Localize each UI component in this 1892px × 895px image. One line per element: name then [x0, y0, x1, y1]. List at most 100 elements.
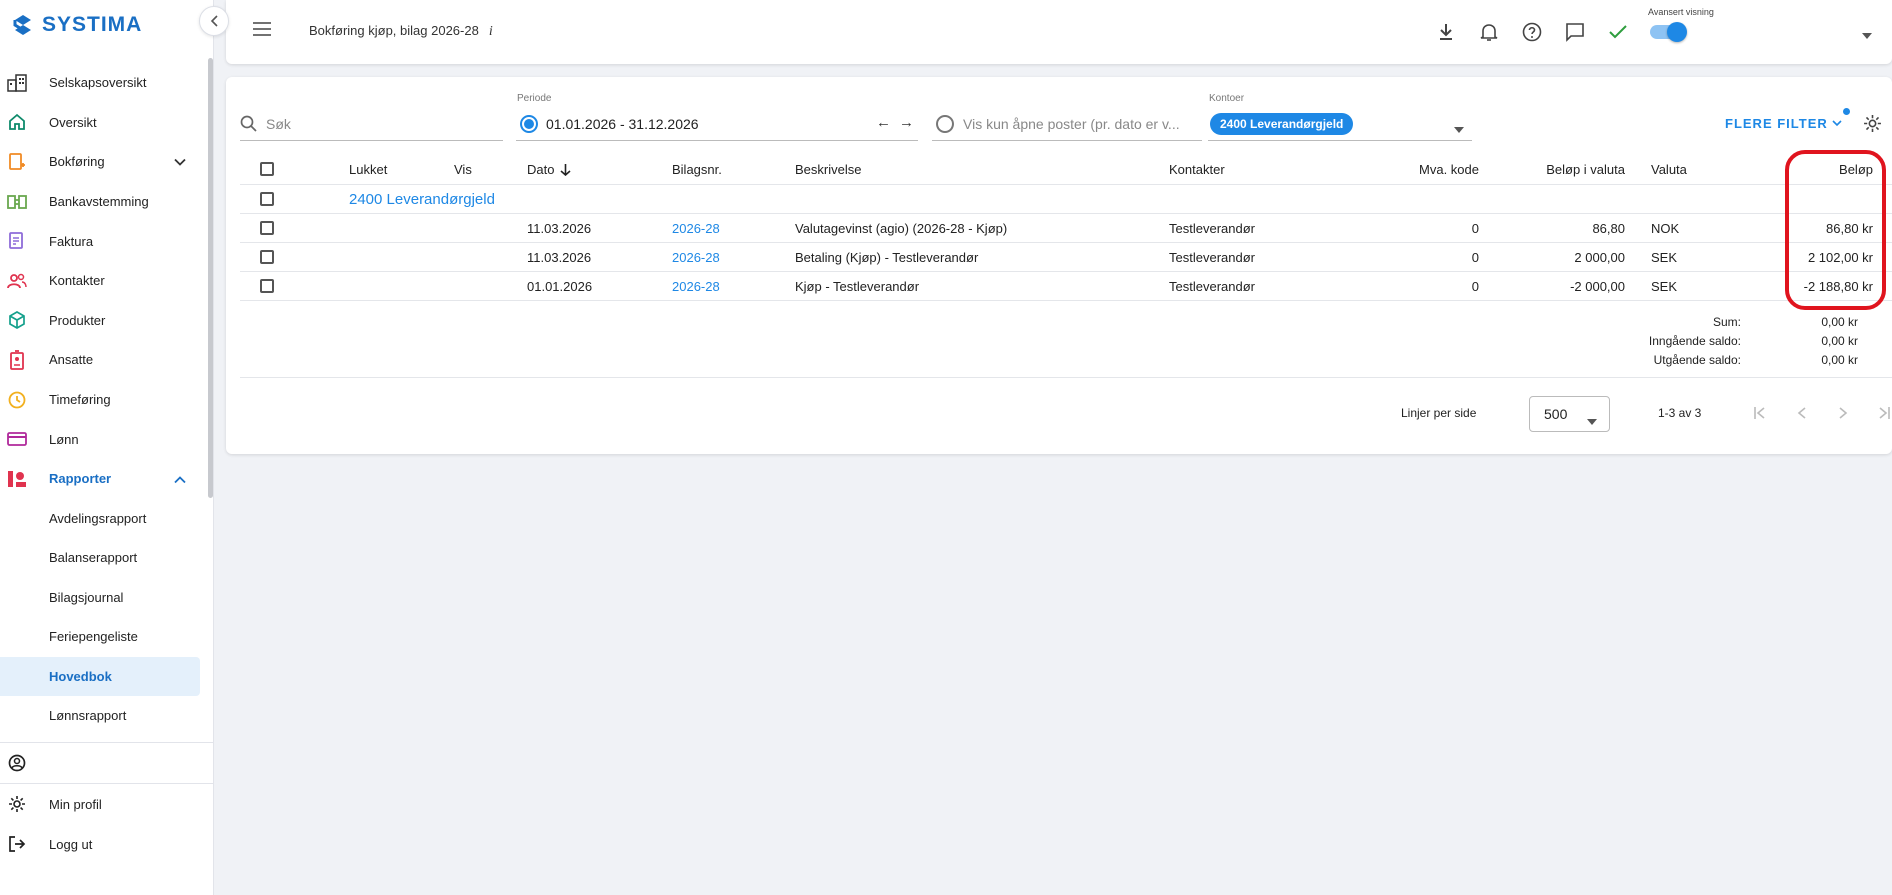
table-row[interactable]: 11.03.2026 2026-28 Betaling (Kjøp) - Tes… [240, 243, 1892, 272]
table-row[interactable]: 01.01.2026 2026-28 Kjøp - Testleverandør… [240, 272, 1892, 301]
prev-page-icon[interactable] [1794, 405, 1810, 421]
sum-row: Sum: 0,00 kr [1592, 315, 1892, 334]
menu-icon[interactable] [253, 22, 271, 39]
toggle-knob[interactable] [1667, 22, 1687, 42]
more-filters-button[interactable]: FLERE FILTER [1725, 116, 1842, 131]
help-icon[interactable] [1520, 20, 1544, 44]
group-checkbox[interactable] [260, 192, 274, 206]
row-checkbox[interactable] [260, 221, 274, 235]
sidebar-item-label: Lønn [49, 431, 79, 447]
account-chip[interactable]: 2400 Leverandørgjeld [1210, 112, 1354, 135]
sidebar-item-bokforing[interactable]: Bokføring [0, 142, 206, 182]
rows-per-page-select[interactable]: 500 [1529, 396, 1610, 432]
logo[interactable]: SYSTIMA [12, 12, 142, 38]
open-posts-radio[interactable] [936, 114, 954, 133]
sidebar-item-timeforing[interactable]: Timeføring [0, 380, 206, 420]
sidebar-item-label: Rapporter [49, 471, 112, 487]
sidebar-item-selskapsoversikt[interactable]: Selskapsoversikt [0, 63, 206, 103]
table-row[interactable]: 11.03.2026 2026-28 Valutagevinst (agio) … [240, 214, 1892, 243]
sidebar-item-oversikt[interactable]: Oversikt [0, 103, 206, 143]
col-valuta[interactable]: Valuta [1651, 162, 1687, 177]
account-avatar-button[interactable] [0, 743, 214, 783]
collapse-sidebar-button[interactable] [199, 6, 229, 36]
first-page-icon[interactable] [1752, 405, 1768, 421]
sidebar-item-rapporter[interactable]: Rapporter [0, 459, 206, 499]
accounts-select[interactable]: 2400 Leverandørgjeld [1208, 107, 1472, 141]
sidebar-item-logg-ut[interactable]: Logg ut [0, 824, 214, 864]
sidebar-subitem-feriepengeliste[interactable]: Feriepengeliste [0, 617, 206, 657]
bank-reconcile-icon [6, 191, 28, 213]
sidebar-item-bankavstemming[interactable]: Bankavstemming [0, 182, 206, 222]
next-page-icon[interactable] [1835, 405, 1851, 421]
period-field[interactable]: 01.01.2026 - 31.12.2026 ← → [516, 107, 918, 141]
caret-down-icon [1587, 412, 1597, 428]
clock-icon [6, 389, 28, 411]
select-all-checkbox[interactable] [260, 162, 274, 176]
col-beskrivelse[interactable]: Beskrivelse [795, 162, 861, 177]
arrow-right-icon[interactable]: → [899, 114, 914, 131]
sidebar-scrollbar[interactable] [208, 58, 213, 498]
opening-balance-row: Inngående saldo: 0,00 kr [1592, 334, 1892, 353]
sidebar-item-produkter[interactable]: Produkter [0, 301, 206, 341]
sidebar-subitem-balanserapport[interactable]: Balanserapport [0, 538, 206, 578]
group-account-link[interactable]: 2400 Leverandørgjeld [349, 191, 495, 208]
chat-icon[interactable] [1563, 20, 1587, 44]
col-bilagsnr[interactable]: Bilagsnr. [672, 162, 722, 177]
col-belop[interactable]: Beløp [1780, 162, 1873, 177]
sidebar-item-label: Oversikt [49, 114, 97, 130]
sidebar-item-faktura[interactable]: Faktura [0, 221, 206, 261]
chevron-down-icon [1832, 120, 1842, 127]
top-bar: Bokføring kjøp, bilag 2026-28 i Avansert … [226, 0, 1892, 64]
open-posts-field[interactable]: Vis kun åpne poster (pr. dato er v... [932, 107, 1202, 141]
search-input[interactable]: Søk [240, 107, 503, 141]
col-dato-label: Dato [527, 161, 555, 177]
sidebar-subitem-hovedbok[interactable]: Hovedbok [0, 656, 200, 697]
info-icon[interactable]: i [489, 24, 493, 39]
settings-gear-icon[interactable] [1863, 114, 1882, 136]
sidebar-item-kontakter[interactable]: Kontakter [0, 261, 206, 301]
sidebar-item-ansatte[interactable]: Ansatte [0, 340, 206, 380]
col-vis[interactable]: Vis [454, 162, 472, 177]
sum-label: Sum: [1712, 315, 1741, 329]
sidebar-item-label: Kontakter [49, 273, 105, 289]
col-dato[interactable]: Dato [527, 162, 571, 177]
filter-indicator-dot [1843, 108, 1850, 115]
download-icon[interactable] [1434, 20, 1458, 44]
search-icon [240, 115, 257, 132]
cell-bilagsnr-link[interactable]: 2026-28 [672, 279, 720, 294]
col-lukket[interactable]: Lukket [349, 162, 387, 177]
sidebar-subitem-bilagsjournal[interactable]: Bilagsjournal [0, 578, 206, 618]
gear-icon [6, 793, 28, 815]
page-title: Bokføring kjøp, bilag 2026-28 i [309, 23, 493, 40]
opening-balance-label: Inngående saldo: [1648, 334, 1741, 348]
sidebar-item-lonn[interactable]: Lønn [0, 419, 206, 459]
cell-kontakter: Testleverandør [1169, 220, 1255, 236]
cell-valuta: SEK [1651, 278, 1678, 294]
caret-down-icon[interactable] [1862, 27, 1872, 42]
sidebar-item-min-profil[interactable]: Min profil [0, 784, 214, 824]
arrow-left-icon[interactable]: ← [876, 114, 891, 131]
systima-logo-icon [13, 15, 31, 35]
cell-beskrivelse: Kjøp - Testleverandør [795, 278, 920, 294]
cell-belop-valuta: 2 000,00 [1574, 249, 1625, 265]
logout-icon [6, 833, 28, 855]
last-page-icon[interactable] [1876, 405, 1892, 421]
period-radio[interactable] [520, 114, 538, 133]
cell-bilagsnr-link[interactable]: 2026-28 [672, 221, 720, 236]
col-belop-valuta[interactable]: Beløp i valuta [1500, 162, 1625, 177]
cell-mva: 0 [1471, 220, 1479, 236]
bell-icon[interactable] [1477, 20, 1501, 44]
sidebar-subitem-avdelingsrapport[interactable]: Avdelingsrapport [0, 499, 206, 539]
closing-balance-label: Utgående saldo: [1653, 353, 1741, 367]
col-kontakter[interactable]: Kontakter [1169, 162, 1225, 177]
row-checkbox[interactable] [260, 279, 274, 293]
chevron-down-icon[interactable] [174, 154, 186, 169]
sidebar-subitem-lonnsrapport[interactable]: Lønnsrapport [0, 696, 206, 736]
checkmark-icon[interactable] [1606, 20, 1630, 44]
chevron-up-icon[interactable] [174, 471, 186, 486]
row-checkbox[interactable] [260, 250, 274, 264]
rows-per-page-label: Linjer per side [1401, 406, 1477, 420]
chevron-left-icon [210, 15, 218, 27]
cell-bilagsnr-link[interactable]: 2026-28 [672, 250, 720, 265]
col-mva[interactable]: Mva. kode [1340, 162, 1479, 177]
